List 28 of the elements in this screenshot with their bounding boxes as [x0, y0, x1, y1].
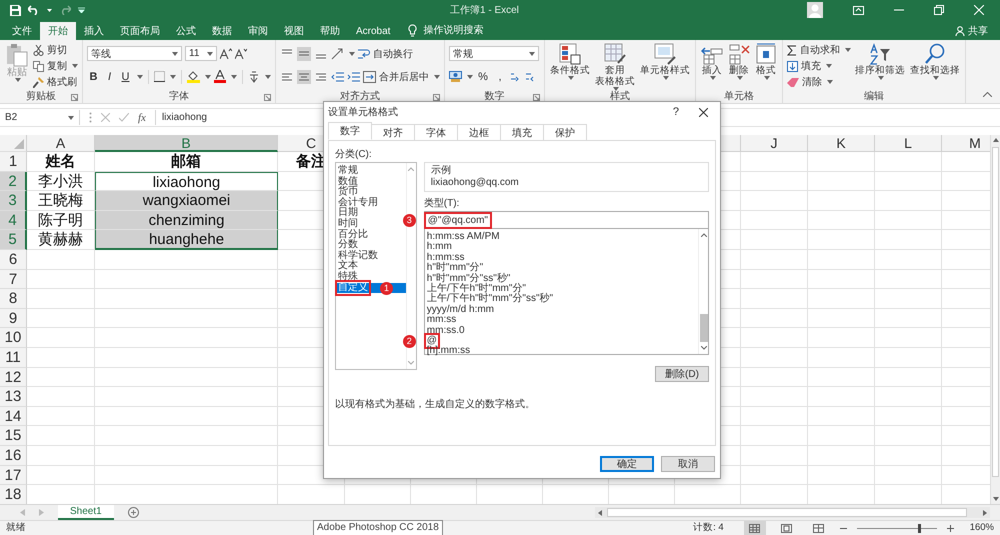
group-label: 对齐方式: [340, 91, 380, 103]
type-label: 类型(T):: [424, 198, 460, 209]
table-cell: wangxiaomei: [95, 191, 278, 211]
window-title: 工作簿1 - Excel: [450, 4, 519, 17]
description-text: 以现有格式为基础，生成自定义的数字格式。: [335, 398, 536, 411]
table-cell: 邮箱: [95, 152, 278, 172]
group-label: 单元格: [724, 91, 754, 103]
group-label: 数字: [484, 91, 504, 103]
group-label: 编辑: [864, 91, 884, 103]
annotation-box: @: [426, 336, 437, 346]
table-cell: 李小洪: [27, 172, 95, 192]
table-cell: 姓名: [27, 152, 95, 172]
step-badge: 2: [402, 334, 416, 348]
tooltip: Adobe Photoshop CC 2018: [313, 520, 443, 535]
group-label: 字体: [169, 91, 189, 103]
table-cell: chenziming: [95, 210, 278, 230]
group-label: 剪贴板: [26, 91, 56, 103]
table-cell: huanghehe: [95, 230, 278, 250]
dialog-title: 设置单元格格式: [328, 106, 398, 119]
group-label: 样式: [610, 91, 630, 103]
sample-text: lixiaohong@qq.com: [430, 176, 520, 190]
table-cell: lixiaohong: [95, 172, 278, 192]
annotation-box: @"@qq.com": [426, 214, 489, 226]
step-badge: 3: [402, 214, 416, 227]
status-count: 计数: 4: [693, 522, 724, 534]
step-badge: 1: [380, 282, 393, 295]
sample-label: 示例: [430, 165, 452, 176]
status-text: 就绪: [6, 522, 26, 534]
